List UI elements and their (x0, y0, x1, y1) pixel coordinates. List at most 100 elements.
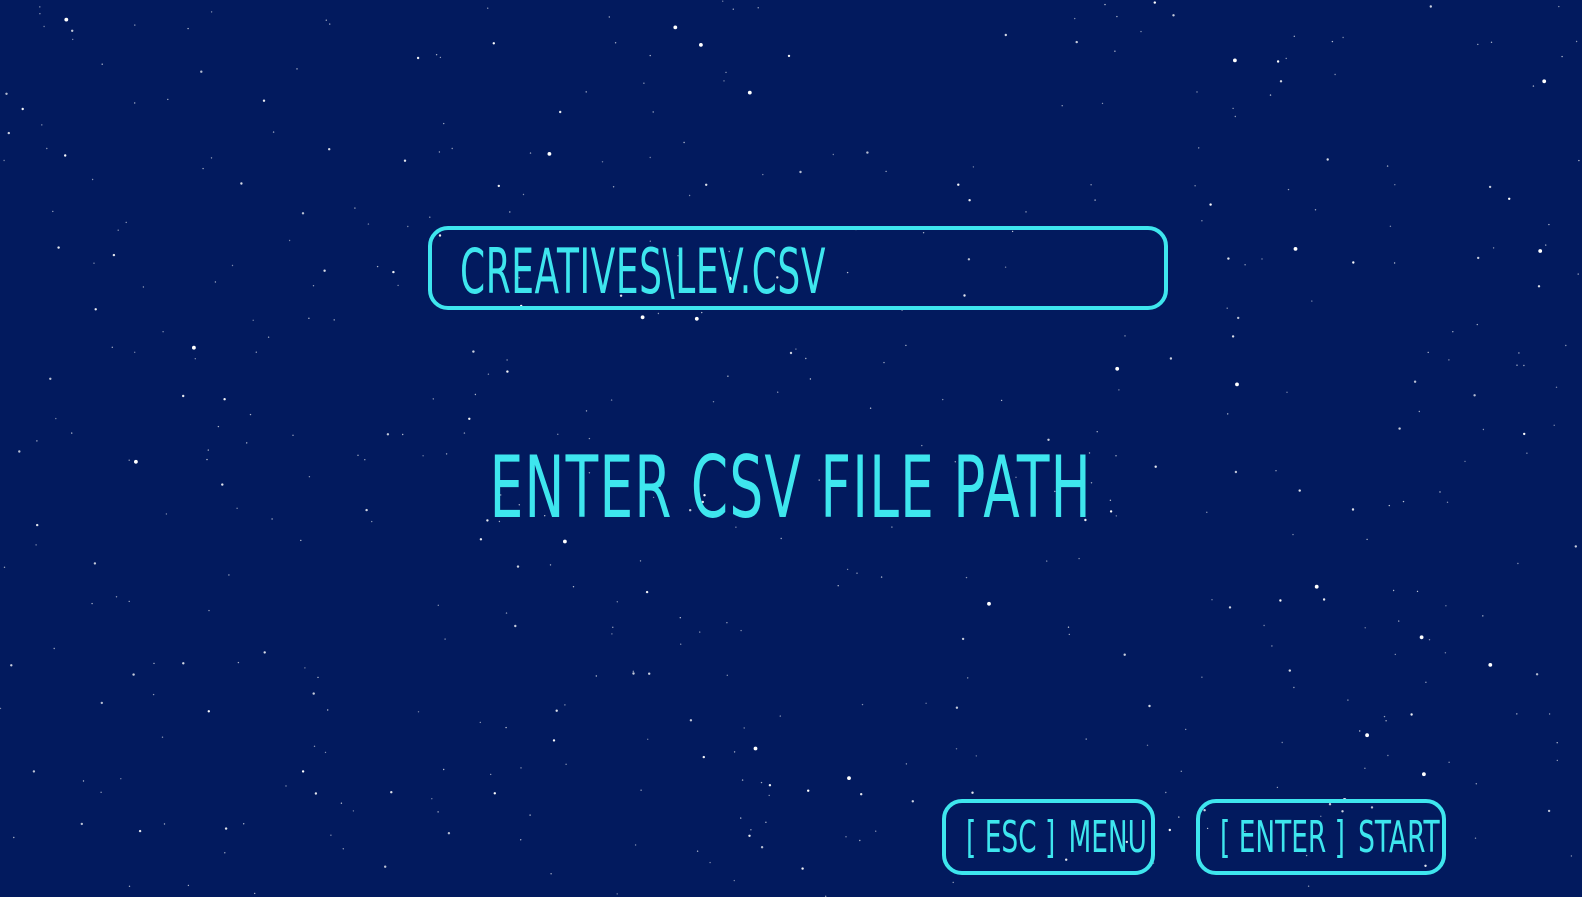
star (1392, 589, 1395, 592)
star (506, 370, 509, 373)
star (748, 834, 751, 837)
star (224, 852, 226, 854)
star (1180, 770, 1183, 772)
star (859, 839, 861, 842)
star (1331, 40, 1334, 43)
star (1146, 744, 1149, 746)
star (957, 183, 960, 186)
star (474, 393, 477, 396)
star (612, 186, 615, 188)
star (1123, 653, 1126, 656)
star (1364, 767, 1366, 769)
star (866, 151, 869, 154)
star (673, 25, 678, 30)
star (128, 600, 130, 603)
star (327, 709, 329, 711)
menu-button-label: [ ESC ] MENU (966, 813, 1147, 863)
star (497, 184, 500, 188)
star (182, 662, 185, 665)
prompt-text: ENTER CSV FILE PATH (489, 438, 1093, 538)
star (608, 16, 610, 18)
star (487, 373, 490, 375)
star (723, 80, 725, 82)
star (301, 770, 305, 773)
star (1532, 85, 1535, 87)
star (493, 792, 496, 795)
star (167, 98, 169, 101)
star (52, 210, 54, 213)
star (529, 152, 532, 154)
star (240, 182, 243, 185)
star (1148, 704, 1151, 708)
star (1201, 676, 1203, 678)
star (323, 269, 326, 272)
star (111, 346, 114, 348)
star (787, 54, 791, 58)
star (610, 399, 613, 401)
star (312, 285, 315, 287)
star (132, 673, 135, 676)
star (254, 892, 256, 895)
star (805, 357, 807, 360)
star (1168, 828, 1172, 832)
star (688, 194, 691, 197)
star (192, 345, 196, 350)
star (224, 827, 228, 830)
star (1201, 220, 1203, 222)
star (952, 881, 954, 884)
star (905, 763, 908, 765)
star (689, 719, 693, 722)
star (153, 662, 155, 665)
star (1542, 79, 1547, 84)
csv-path-input[interactable]: CREATIVES\LEV.CSV (428, 226, 1168, 310)
star (1418, 410, 1421, 413)
star (1061, 105, 1063, 107)
star (683, 141, 685, 144)
star (1000, 399, 1003, 402)
star (549, 564, 552, 566)
star (1286, 391, 1288, 393)
star (392, 270, 395, 274)
star (1364, 627, 1366, 629)
star (1232, 107, 1234, 110)
star (161, 736, 164, 738)
star (1488, 663, 1493, 667)
star (509, 211, 511, 213)
star (1307, 885, 1310, 887)
star (1556, 759, 1559, 762)
star (696, 850, 699, 852)
star (652, 111, 654, 113)
menu-button[interactable]: [ ESC ] MENU (942, 799, 1155, 875)
star (55, 417, 57, 420)
star (1342, 36, 1344, 39)
star (438, 151, 441, 153)
star (429, 216, 431, 218)
star (330, 834, 332, 836)
star (71, 432, 73, 434)
start-button[interactable]: [ ENTER ] START (1196, 799, 1446, 875)
star (595, 675, 597, 677)
star (765, 821, 767, 823)
star (837, 585, 839, 587)
star (1115, 366, 1120, 371)
star (1553, 424, 1555, 426)
star (1228, 606, 1232, 609)
star (200, 70, 203, 73)
star (10, 664, 13, 667)
star (1276, 786, 1279, 789)
star (80, 822, 84, 826)
star (272, 131, 275, 133)
star (1185, 728, 1187, 731)
star (1574, 545, 1578, 548)
star (1385, 720, 1387, 722)
star (601, 161, 604, 163)
star (529, 814, 531, 816)
star (645, 590, 649, 594)
star (955, 748, 958, 750)
star (634, 844, 637, 846)
star (789, 351, 793, 355)
star (402, 433, 404, 436)
star (210, 11, 213, 13)
star (1237, 316, 1240, 320)
csv-path-value: CREATIVES\LEV.CSV (460, 235, 827, 308)
